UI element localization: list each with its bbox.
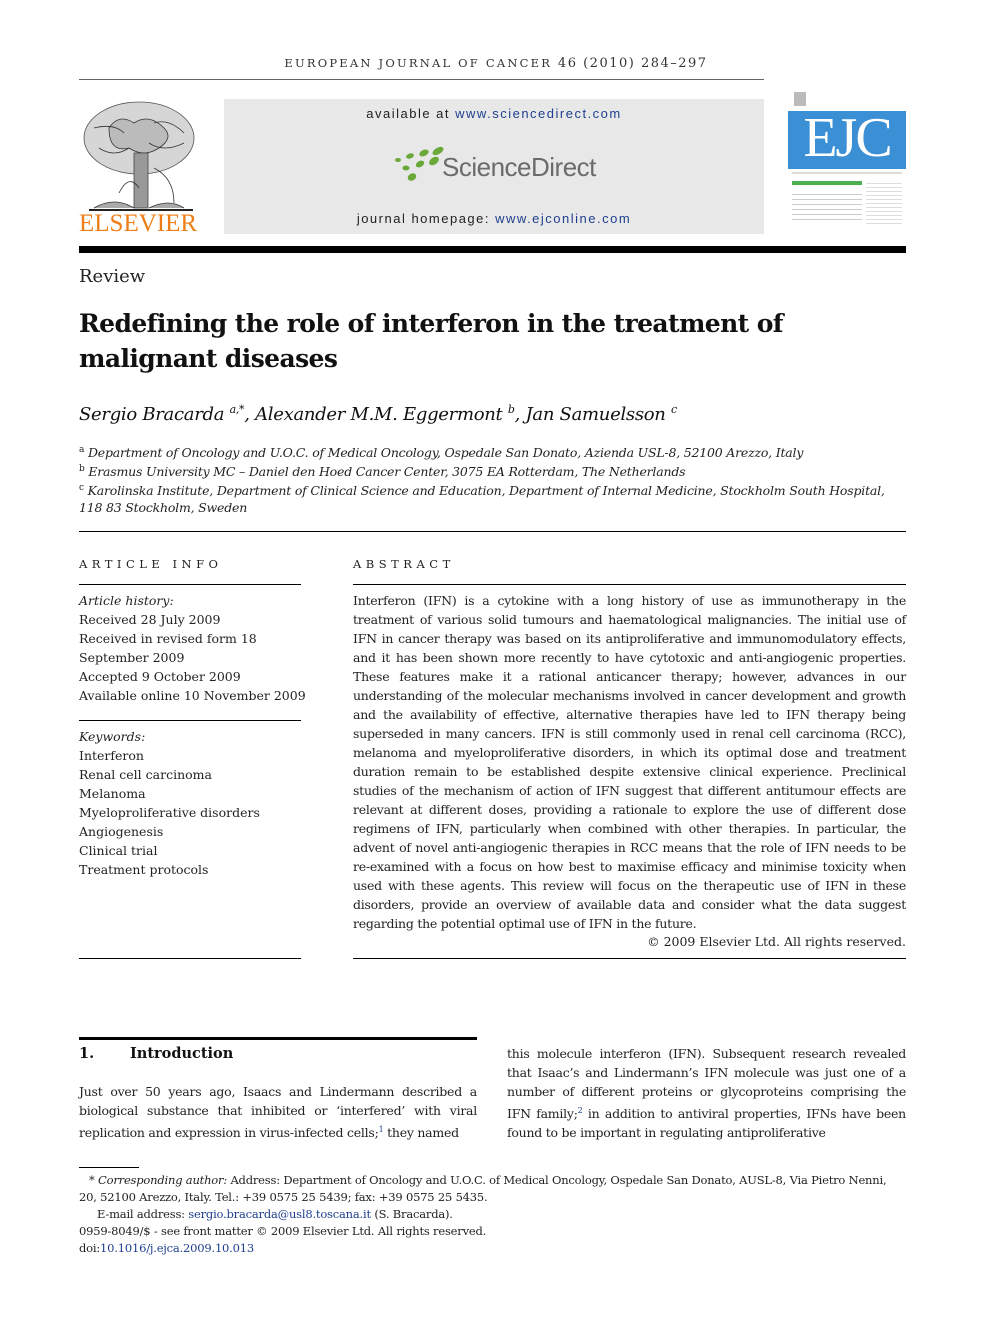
cover-title: EJC <box>803 107 892 169</box>
abstract-heading: ABSTRACT <box>353 557 455 571</box>
article-history: Article history: Received 28 July 2009 R… <box>79 591 309 705</box>
volume-info: 46 (2010) 284–297 <box>557 56 708 71</box>
issn-line: 0959-8049/$ - see front matter © 2009 El… <box>79 1224 487 1238</box>
article-type: Review <box>79 266 146 287</box>
affiliation: a Department of Oncology and U.O.C. of M… <box>79 445 804 461</box>
history-label: Article history: <box>79 593 174 608</box>
keyword[interactable]: Treatment protocols <box>79 860 309 879</box>
email-note: E-mail address: sergio.bracarda@usl8.tos… <box>97 1207 453 1221</box>
author-affil-marker[interactable]: b <box>508 403 515 416</box>
journal-homepage-link[interactable]: www.ejconline.com <box>495 211 631 226</box>
affiliation: b Erasmus University MC – Daniel den Hoe… <box>79 464 686 480</box>
author-name[interactable]: Sergio Bracarda <box>79 404 224 425</box>
author-affil-marker[interactable]: c <box>671 403 677 416</box>
cover-contents <box>792 190 862 220</box>
keyword[interactable]: Clinical trial <box>79 841 309 860</box>
abstract-rule <box>353 584 906 585</box>
body-column-left: Just over 50 years ago, Isaacs and Linde… <box>79 1084 477 1141</box>
history-item: Received in revised form 18 <box>79 631 257 646</box>
article-title: Redefining the role of interferon in the… <box>79 309 784 373</box>
abstract-copyright: © 2009 Elsevier Ltd. All rights reserved… <box>647 934 906 949</box>
keyword[interactable]: Myeloproliferative disorders <box>79 803 309 822</box>
author-name[interactable]: Jan Samuelsson <box>526 404 666 425</box>
abstract-text: Interferon (IFN) is a cytokine with a lo… <box>353 593 906 931</box>
body-column-right: this molecule interferon (IFN). Subseque… <box>507 1046 906 1141</box>
available-at-line: available at www.sciencedirect.com <box>366 106 622 121</box>
author-list: Sergio Bracarda a,*, Alexander M.M. Egge… <box>79 403 677 425</box>
history-item: September 2009 <box>79 650 185 665</box>
corresponding-author-note: * Corresponding author: Address: Departm… <box>79 1173 887 1204</box>
article-info-heading: ARTICLE INFO <box>79 557 223 571</box>
keyword[interactable]: Renal cell carcinoma <box>79 765 309 784</box>
journal-homepage-line: journal homepage: www.ejconline.com <box>356 211 632 226</box>
doi-line: doi:10.1016/j.ejca.2009.10.013 <box>79 1241 254 1255</box>
history-item: Available online 10 November 2009 <box>79 688 306 703</box>
keywords-rule <box>79 958 301 959</box>
history-rule <box>79 720 301 721</box>
history-item: Accepted 9 October 2009 <box>79 669 241 684</box>
running-head: EUROPEAN JOURNAL OF CANCER 46 (2010) 284… <box>0 56 992 71</box>
sciencedirect-link[interactable]: www.sciencedirect.com <box>455 106 622 121</box>
history-item: Received 28 July 2009 <box>79 612 221 627</box>
email-link[interactable]: sergio.bracarda@usl8.toscana.it <box>188 1207 371 1221</box>
affiliation-continued: 118 83 Stockholm, Sweden <box>79 500 248 515</box>
header-rule <box>79 79 764 80</box>
article-info-rule <box>79 584 301 585</box>
keywords-list: Keywords: Interferon Renal cell carcinom… <box>79 727 309 879</box>
author-name[interactable]: Alexander M.M. Eggermont <box>255 404 503 425</box>
affiliation-rule <box>79 531 906 532</box>
journal-name: EUROPEAN JOURNAL OF CANCER <box>284 56 553 70</box>
masthead-rule <box>79 246 906 253</box>
keyword[interactable]: Angiogenesis <box>79 822 309 841</box>
cover-elsevier-mini-logo <box>794 92 806 106</box>
cover-sidebar <box>866 180 902 226</box>
footnote-rule <box>79 1167 139 1168</box>
affiliation: c Karolinska Institute, Department of Cl… <box>79 483 885 499</box>
elsevier-wordmark: ELSEVIER <box>79 210 198 237</box>
cover-green-bar <box>792 181 862 185</box>
section-title: Introduction <box>130 1045 234 1062</box>
cover-subtitle-line <box>792 172 902 174</box>
section-rule <box>79 1037 477 1040</box>
keywords-label: Keywords: <box>79 729 146 744</box>
author-affil-marker[interactable]: a,* <box>230 403 245 416</box>
section-heading: 1. Introduction <box>79 1045 233 1062</box>
abstract-end-rule <box>353 958 906 959</box>
doi-link[interactable]: 10.1016/j.ejca.2009.10.013 <box>100 1241 254 1255</box>
keyword[interactable]: Interferon <box>79 746 309 765</box>
keyword[interactable]: Melanoma <box>79 784 309 803</box>
sciencedirect-wordmark: ScienceDirect <box>442 152 596 182</box>
section-number: 1. <box>79 1045 95 1062</box>
